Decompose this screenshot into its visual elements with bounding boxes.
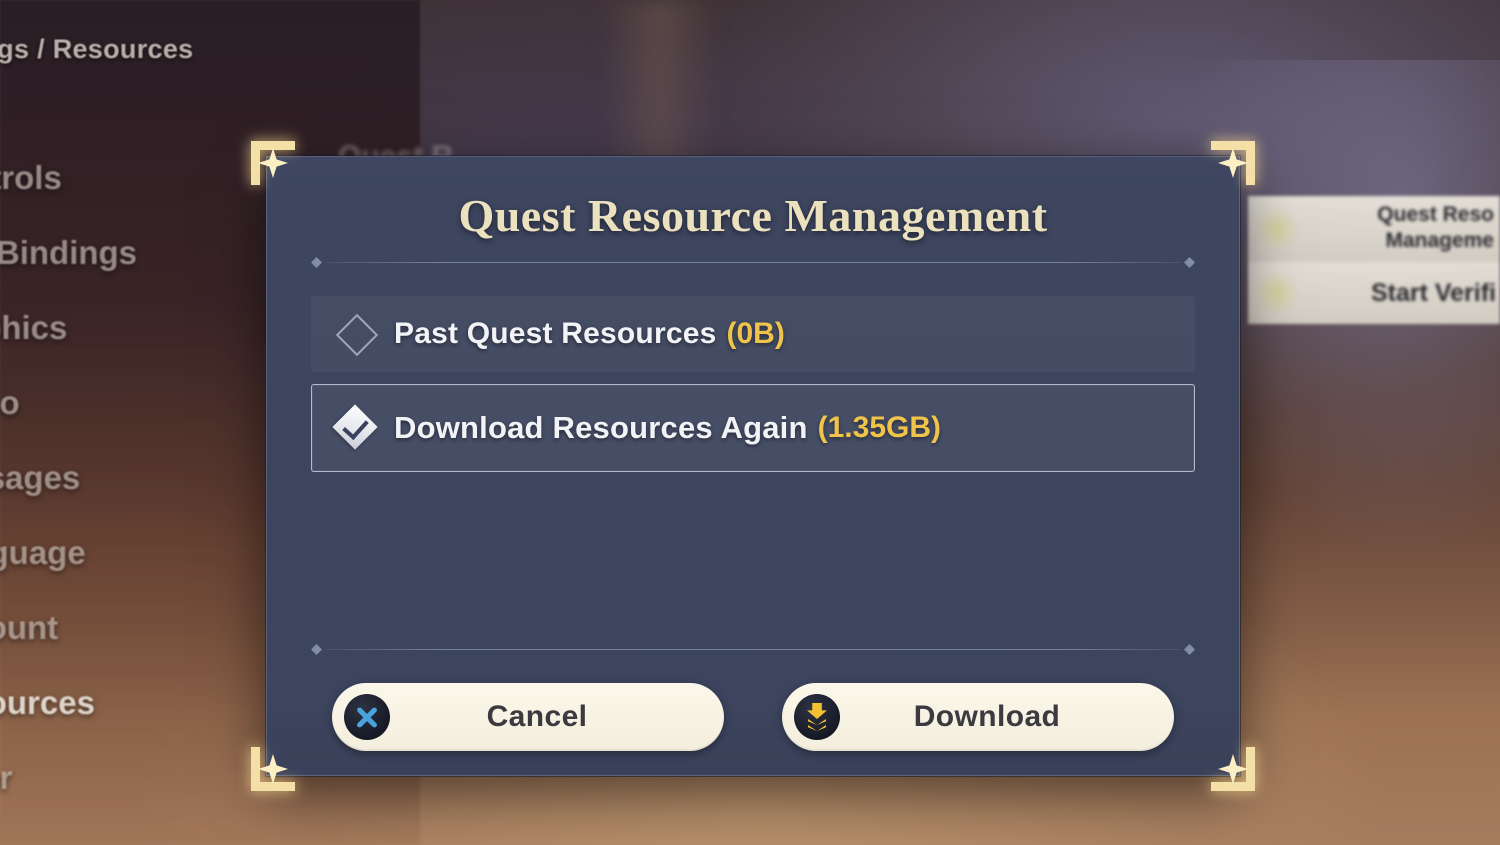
option-row-past-quest-resources[interactable]: Past Quest Resources (0B) [311,296,1195,372]
option-label-past-quest-resources: Past Quest Resources [394,317,717,350]
resources-option-panel: Quest Reso Manageme Start Verifi [1248,196,1500,324]
diamond-icon [311,644,322,655]
sidebar-item-controls[interactable]: ontrols [0,140,250,215]
sparkle-icon [1254,206,1300,252]
checkbox-checked-icon[interactable] [332,404,378,450]
game-settings-screen: ttings / Resources ontrols ey Bindings r… [0,0,1500,845]
panel-row-start-verification[interactable]: Start Verifi [1248,262,1500,324]
cancel-button-label: Cancel [486,700,588,733]
panel-row-quest-resource-management[interactable]: Quest Reso Manageme [1248,196,1500,262]
option-row-download-resources-again[interactable]: Download Resources Again (1.35GB) [311,384,1195,472]
diamond-icon [1184,644,1195,655]
dialog-button-row: Cancel Download [267,683,1239,751]
option-label-download-resources-again: Download Resources Again [394,410,808,445]
sidebar-item-other[interactable]: ther [0,740,250,815]
diamond-icon [311,257,322,268]
download-icon [794,694,840,740]
sidebar-item-language[interactable]: anguage [0,515,250,590]
dialog-title: Quest Resource Management [458,190,1048,241]
sidebar-item-account[interactable]: ccount [0,590,250,665]
diamond-icon [1184,257,1195,268]
download-button[interactable]: Download [782,683,1174,751]
breadcrumb: ttings / Resources [0,34,194,64]
divider-bottom [309,643,1197,657]
resource-option-list: Past Quest Resources (0B) Download Resou… [311,296,1195,472]
close-icon [344,694,390,740]
quest-resource-management-dialog: Quest Resource Management Past Quest Res… [251,141,1255,791]
sidebar-item-audio[interactable]: udio [0,365,250,440]
dialog-footer: Cancel Download [267,643,1239,751]
cancel-button[interactable]: Cancel [332,683,724,751]
option-size-past-quest-resources: (0B) [726,317,785,350]
sidebar-item-messages[interactable]: essages [0,440,250,515]
download-button-label: Download [913,700,1061,733]
panel-verify-label: Start Verifi [1370,279,1496,307]
divider-top [309,256,1197,270]
sparkle-icon [1254,270,1300,316]
checkbox-unchecked-icon[interactable] [335,313,379,357]
settings-sidebar: ontrols ey Bindings raphics udio essages… [0,140,250,815]
sidebar-item-graphics[interactable]: raphics [0,290,250,365]
option-size-download-resources-again: (1.35GB) [817,411,941,444]
sidebar-item-resources[interactable]: esources [0,665,250,740]
sidebar-item-key-bindings[interactable]: ey Bindings [0,215,250,290]
